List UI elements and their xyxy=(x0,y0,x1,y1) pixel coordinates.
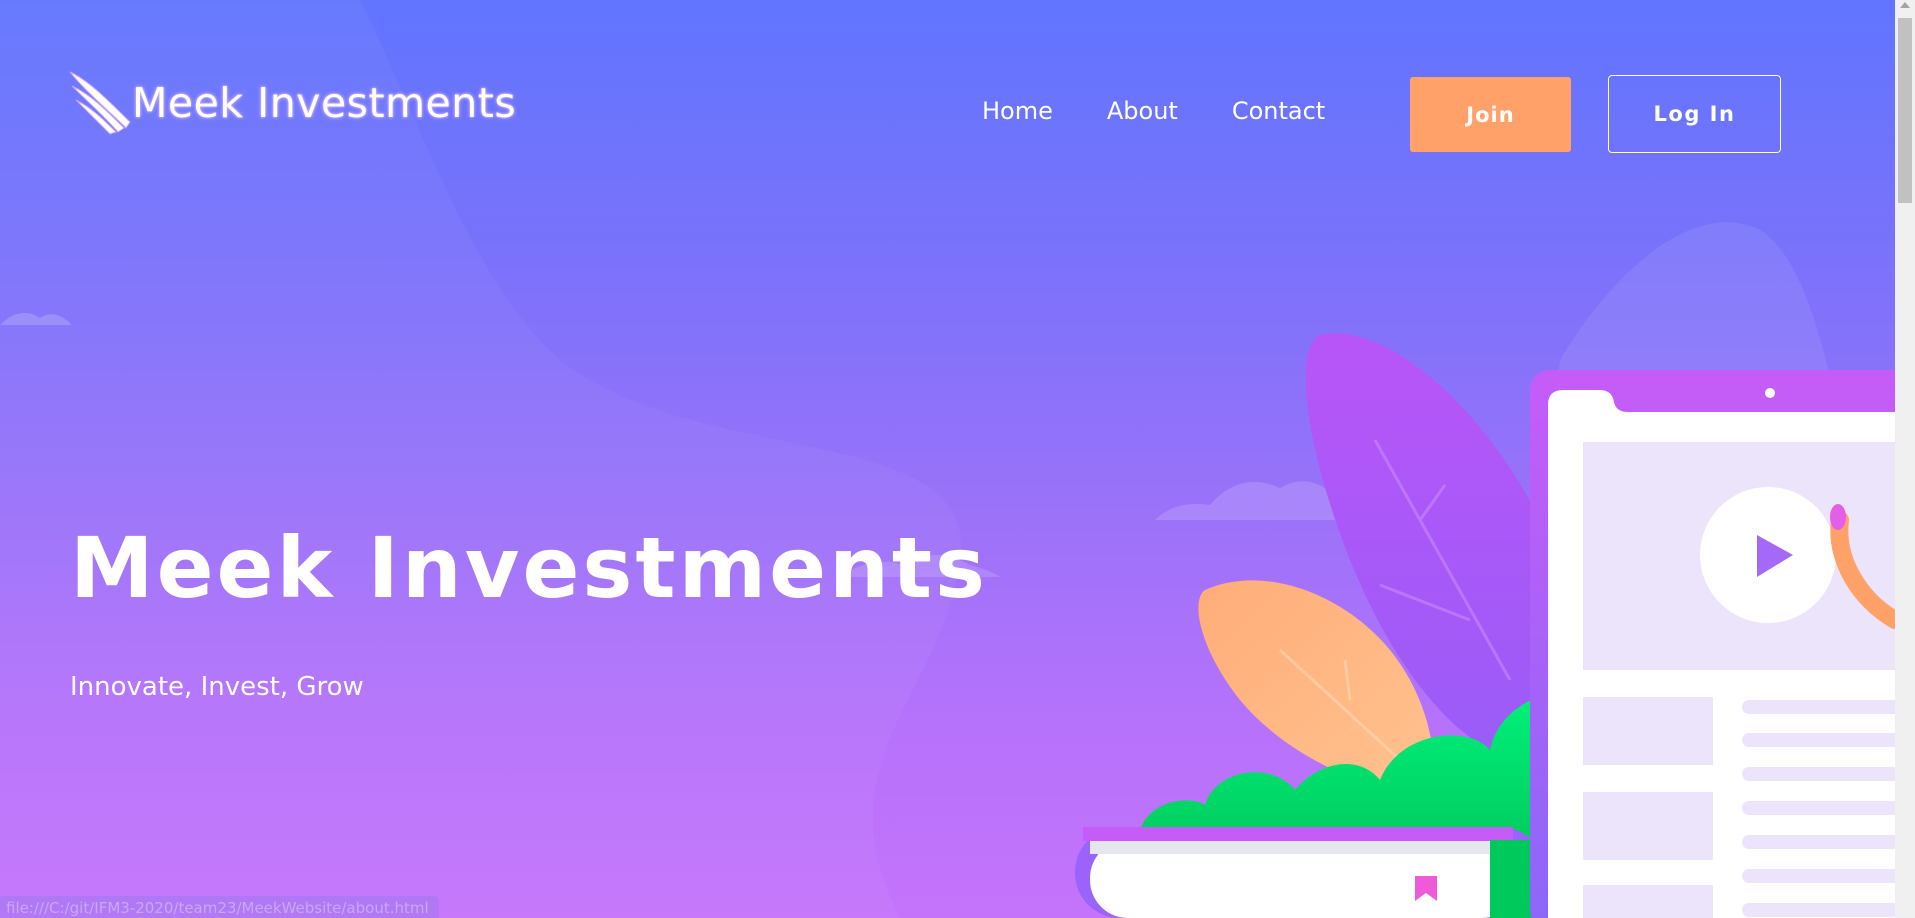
wing-logo-icon xyxy=(69,71,131,135)
nav-contact-link[interactable]: Contact xyxy=(1232,95,1325,127)
site-logo[interactable]: Meek Investments xyxy=(68,70,516,136)
login-button[interactable]: Log In xyxy=(1608,75,1781,153)
hero-title: Meek Investments xyxy=(70,519,989,617)
hero-subtitle: Innovate, Invest, Grow xyxy=(70,672,364,702)
main-nav: Home About Contact xyxy=(982,95,1379,127)
vertical-scrollbar[interactable] xyxy=(1895,0,1915,918)
scroll-thumb[interactable] xyxy=(1898,18,1912,203)
join-button[interactable]: Join xyxy=(1410,77,1571,152)
hero-section: Meek Investments Home About Contact Join… xyxy=(0,0,1895,918)
nav-home-link[interactable]: Home xyxy=(982,95,1053,127)
status-bar-url: file:///C:/git/IFM3-2020/team23/MeekWebs… xyxy=(0,896,439,918)
scroll-up-arrow-icon[interactable] xyxy=(1900,2,1910,8)
nav-about-link[interactable]: About xyxy=(1107,95,1178,127)
logo-text: Meek Investments xyxy=(132,79,517,127)
